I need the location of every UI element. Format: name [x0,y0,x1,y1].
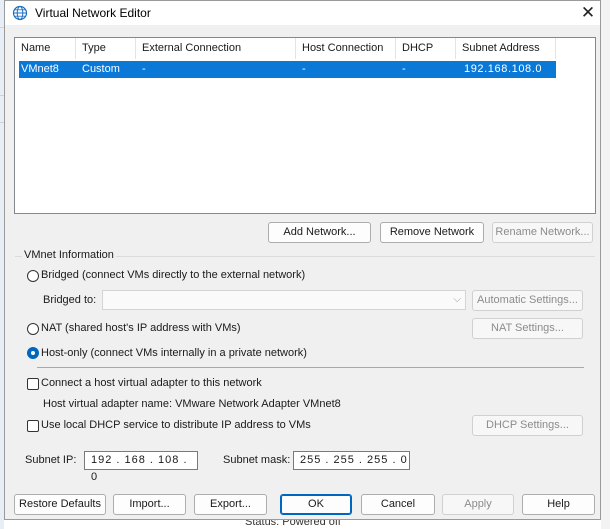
subnet-ip-input[interactable]: 192 . 168 . 108 . 0 [84,451,198,483]
cell-subnet-address: 192.168.108.0 [464,63,543,75]
automatic-settings-button[interactable]: Automatic Settings... [472,290,583,311]
chevron-down-icon: ⌵ [453,294,461,305]
bridged-to-dropdown[interactable]: ⌵ [102,290,466,310]
column-header-subnet-address[interactable]: Subnet Address [456,38,556,59]
help-button[interactable]: Help [522,494,595,515]
cell-external-connection: - [142,63,146,75]
export-button[interactable]: Export... [194,494,267,515]
cancel-button[interactable]: Cancel [361,494,435,515]
host-adapter-name-text: Host virtual adapter name: VMware Networ… [43,398,341,410]
connect-host-adapter-checkbox[interactable] [27,378,39,390]
table-row[interactable]: VMnet8 Custom - - - 192.168.108.0 [19,61,556,78]
subnet-mask-label: Subnet mask: [223,454,291,466]
close-icon[interactable]: ✕ [577,2,599,24]
subnet-ip-label: Subnet IP: [25,454,77,466]
network-list[interactable]: Name Type External Connection Host Conne… [14,37,596,214]
column-header-type[interactable]: Type [76,38,136,59]
title-bar[interactable]: Virtual Network Editor ✕ [5,1,600,25]
background-window-edge-right [601,0,610,529]
column-header-host-connection[interactable]: Host Connection [296,38,396,59]
subnet-mask-input[interactable]: 255 . 255 . 255 . 0 [293,451,410,470]
virtual-network-editor-dialog: Virtual Network Editor ✕ Name Type Exter… [4,0,601,520]
remove-network-button[interactable]: Remove Network [380,222,484,243]
use-local-dhcp-label[interactable]: Use local DHCP service to distribute IP … [41,419,311,431]
import-button[interactable]: Import... [113,494,186,515]
host-only-radio[interactable] [27,347,39,359]
bridged-label[interactable]: Bridged (connect VMs directly to the ext… [41,269,305,281]
dialog-title: Virtual Network Editor [35,6,151,20]
ok-button[interactable]: OK [280,494,352,515]
use-local-dhcp-checkbox[interactable] [27,420,39,432]
nat-radio[interactable] [27,323,39,335]
add-network-button[interactable]: Add Network... [268,222,371,243]
host-only-label[interactable]: Host-only (connect VMs internally in a p… [41,347,307,359]
cell-host-connection: - [302,63,306,75]
column-header-name[interactable]: Name [15,38,76,59]
cell-type: Custom [82,63,120,75]
connect-host-adapter-label[interactable]: Connect a host virtual adapter to this n… [41,377,262,389]
nat-label[interactable]: NAT (shared host's IP address with VMs) [41,322,241,334]
bridged-to-label: Bridged to: [43,294,97,306]
restore-defaults-button[interactable]: Restore Defaults [14,494,106,515]
rename-network-button[interactable]: Rename Network... [492,222,593,243]
dhcp-settings-button[interactable]: DHCP Settings... [472,415,583,436]
vmnet-information-label: VMnet Information [22,249,116,261]
globe-network-icon [12,5,28,21]
apply-button[interactable]: Apply [442,494,514,515]
network-list-header: Name Type External Connection Host Conne… [15,38,595,59]
nat-settings-button[interactable]: NAT Settings... [472,318,583,339]
bridged-radio[interactable] [27,270,39,282]
column-header-external-connection[interactable]: External Connection [136,38,296,59]
cell-dhcp: - [402,63,406,75]
column-header-dhcp[interactable]: DHCP [396,38,456,59]
section-divider [37,367,584,368]
cell-name: VMnet8 [21,63,59,75]
